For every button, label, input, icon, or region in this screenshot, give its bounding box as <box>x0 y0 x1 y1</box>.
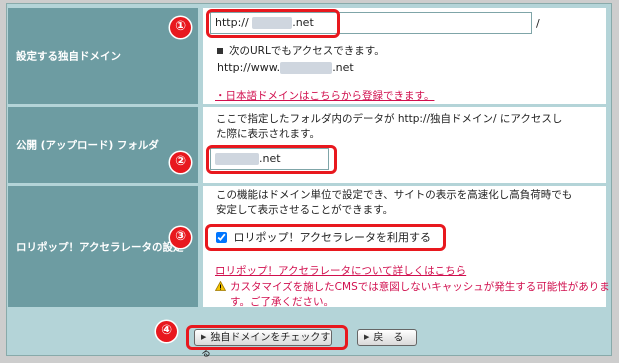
highlight-folder <box>206 145 337 174</box>
highlight-check-button <box>186 325 348 350</box>
accelerator-label: ロリポップ！アクセラレータの設定 <box>16 241 184 253</box>
url-note: 次のURLでもアクセスできます。 <box>217 43 385 58</box>
highlight-accelerator <box>205 224 446 251</box>
accelerator-details-link[interactable]: ロリポップ！アクセラレータについて詳しくはこちら <box>215 263 466 278</box>
warning-icon <box>214 280 227 291</box>
folder-description: ここで指定したフォルダ内のデータが http://独自ドメイン/ にアクセスし … <box>216 113 563 140</box>
domain-slash: / <box>536 17 540 30</box>
highlight-domain <box>206 9 340 38</box>
triangle-right-icon: ▶ <box>364 333 370 341</box>
folder-label-cell: 公開 (アップロード) フォルダ <box>8 107 198 183</box>
domain-label: 設定する独自ドメイン <box>16 50 121 63</box>
redacted-text <box>280 62 333 74</box>
marker-1: ① <box>170 17 191 38</box>
domain-label-cell: 設定する独自ドメイン <box>8 8 198 104</box>
folder-label: 公開 (アップロード) フォルダ <box>16 139 159 152</box>
alt-url: http://www. .net <box>217 61 354 74</box>
square-bullet-icon <box>217 48 223 54</box>
marker-3: ③ <box>170 227 191 248</box>
japanese-domain-link[interactable]: ・日本語ドメインはこちらから登録できます。 <box>215 88 434 103</box>
accelerator-label-cell: ロリポップ！アクセラレータの設定 <box>8 186 198 307</box>
back-button[interactable]: ▶ 戻 る <box>357 329 417 346</box>
marker-2: ② <box>170 152 191 173</box>
marker-4: ④ <box>156 321 177 342</box>
accelerator-description: この機能はドメイン単位で設定でき、サイトの表示を高速化し高負荷時でも 安定して表… <box>216 189 573 216</box>
cache-warning: カスタマイズを施したCMSでは意図しないキャッシュが発生する可能性がありま す。… <box>214 280 610 310</box>
